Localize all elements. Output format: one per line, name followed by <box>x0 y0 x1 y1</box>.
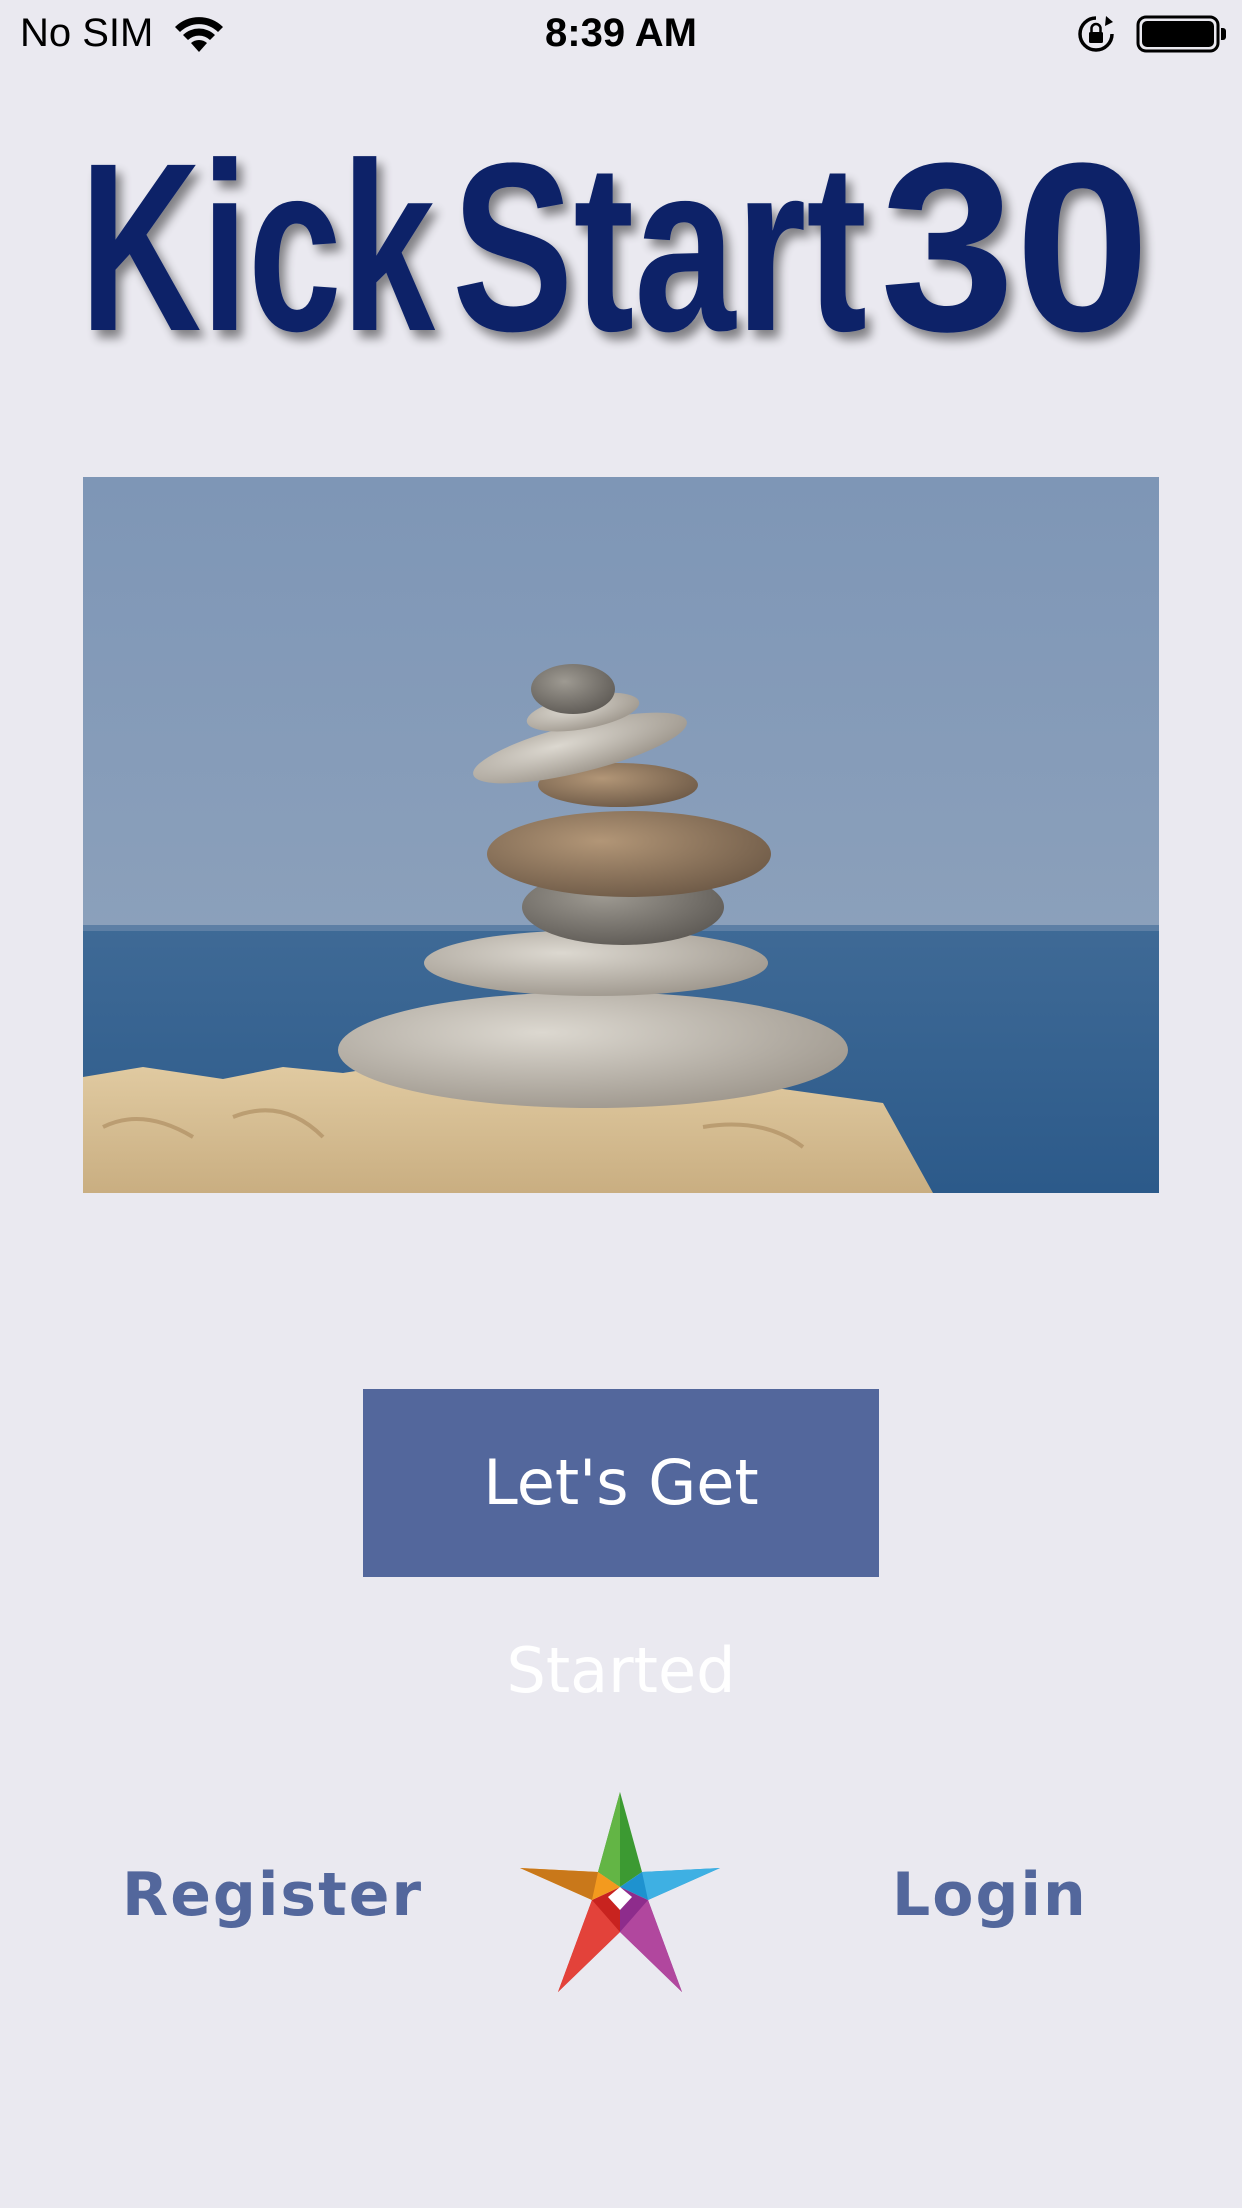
status-time: 8:39 AM <box>545 11 697 55</box>
hero-image <box>83 477 1159 1193</box>
logo-word-start: Start <box>452 118 867 358</box>
star-logo-icon <box>520 1792 720 1992</box>
get-started-button[interactable]: Let's Get Started <box>363 1389 879 1707</box>
register-link[interactable]: Register <box>122 1858 423 1932</box>
logo-word-kick: Kick <box>80 118 435 358</box>
battery-icon <box>1136 15 1226 53</box>
login-link[interactable]: Login <box>892 1858 1088 1932</box>
status-bar: No SIM 8:39 AM <box>0 0 1242 66</box>
rotation-lock-icon <box>1078 16 1114 52</box>
logo-word-30: 30 <box>880 118 1150 358</box>
stacked-stones-photo <box>83 477 1159 1193</box>
logo-wordmark-full: Kick Start 30 <box>80 118 1150 358</box>
